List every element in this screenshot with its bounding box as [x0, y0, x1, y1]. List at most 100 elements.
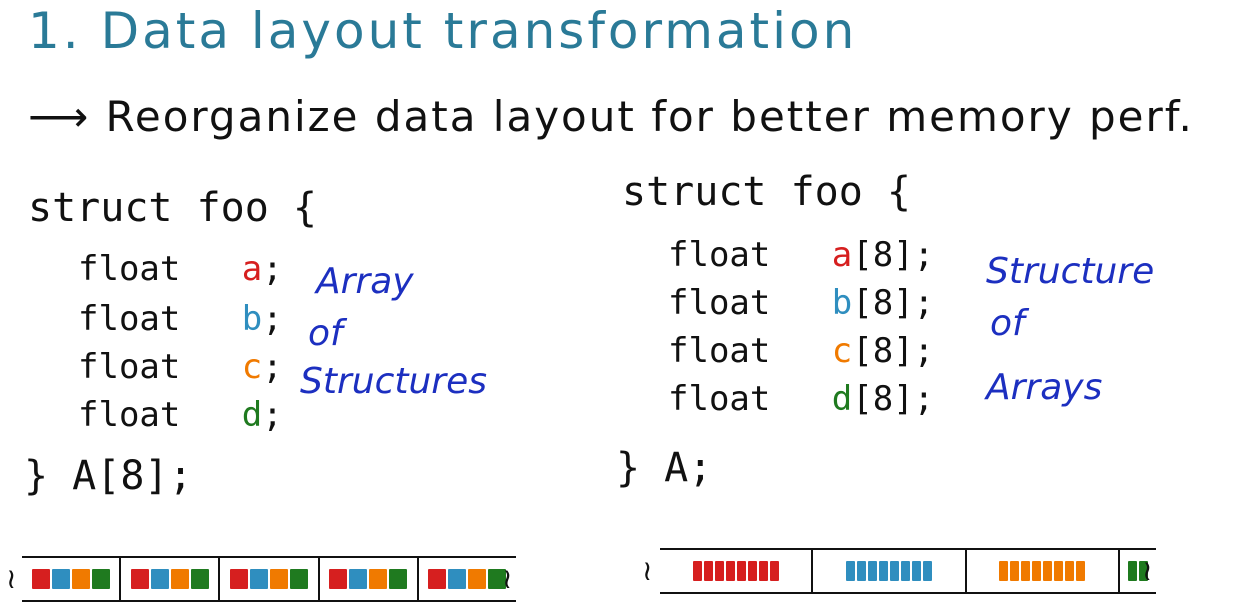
- aos-field-d: float d;: [78, 398, 283, 432]
- soa-field-d-type: float: [668, 379, 771, 419]
- aos-memory-element-c: [468, 569, 487, 589]
- soa-field-a-name: a: [831, 235, 853, 275]
- aos-field-b: float b;: [78, 302, 283, 336]
- aos-memory-element-b: [51, 569, 70, 589]
- soa-memory-element-c: [1054, 561, 1064, 581]
- soa-memory-element-a: [703, 561, 713, 581]
- aos-note-line2: of: [308, 313, 343, 354]
- soa-memory-element-b: [867, 561, 877, 581]
- aos-field-c: float c;: [78, 350, 283, 384]
- soa-field-c: float c[8];: [668, 334, 934, 368]
- soa-memory-array-c: [967, 550, 1120, 592]
- aos-memory-element-a: [230, 569, 248, 589]
- soa-memory-element-b: [889, 561, 899, 581]
- aos-memory-element-a: [31, 569, 50, 589]
- aos-memory-element-d: [190, 569, 209, 589]
- soa-memory-element-c: [1010, 561, 1020, 581]
- aos-memory-strip: [22, 556, 516, 602]
- soa-memory-element-b: [922, 561, 932, 581]
- soa-memory-element-c: [1021, 561, 1031, 581]
- soa-note-line1: Structure: [986, 251, 1155, 292]
- aos-memory-break-left: ≀: [6, 562, 17, 595]
- aos-field-c-name: c: [241, 347, 263, 387]
- aos-memory-element-d: [91, 569, 110, 589]
- aos-field-d-name: d: [241, 395, 263, 435]
- soa-memory-element-b: [878, 561, 888, 581]
- soa-memory-element-a: [747, 561, 757, 581]
- soa-memory-element-a: [736, 561, 746, 581]
- aos-memory-element-b: [349, 569, 368, 589]
- aos-memory-struct: [121, 558, 221, 600]
- soa-note-line2: of: [990, 303, 1025, 344]
- soa-memory-array-b: [813, 550, 967, 592]
- aos-field-b-suffix: ;: [262, 299, 283, 339]
- soa-memory-element-a: [758, 561, 768, 581]
- aos-field-a-suffix: ;: [262, 249, 283, 289]
- soa-memory-element-a: [769, 561, 779, 581]
- soa-memory-element-d: [1127, 561, 1137, 581]
- aos-note-line3: Structures: [300, 361, 488, 402]
- soa-field-b-suffix: [8];: [852, 283, 935, 323]
- soa-memory-element-b: [856, 561, 866, 581]
- aos-memory-struct: [220, 558, 320, 600]
- aos-field-d-suffix: ;: [262, 395, 283, 435]
- subtitle: ⟶ Reorganize data layout for better memo…: [28, 92, 1194, 141]
- soa-memory-element-c: [1065, 561, 1075, 581]
- soa-field-c-name: c: [831, 331, 853, 371]
- aos-field-c-type: float: [78, 347, 181, 387]
- aos-note-line1: Array: [316, 261, 414, 302]
- soa-memory-element-a: [692, 561, 702, 581]
- aos-memory-element-b: [150, 569, 169, 589]
- soa-memory-element-a: [714, 561, 724, 581]
- soa-field-a-type: float: [668, 235, 771, 275]
- aos-field-b-name: b: [241, 299, 263, 339]
- aos-memory-element-d: [389, 569, 408, 589]
- page-title: 1. Data layout transformation: [28, 2, 858, 60]
- aos-field-c-suffix: ;: [262, 347, 283, 387]
- soa-memory-element-c: [999, 561, 1009, 581]
- aos-field-b-type: float: [78, 299, 181, 339]
- soa-field-c-type: float: [668, 331, 771, 371]
- soa-memory-break-right: ≀: [1142, 554, 1153, 587]
- soa-field-b: float b[8];: [668, 286, 934, 320]
- aos-memory-element-a: [329, 569, 348, 589]
- soa-field-d: float d[8];: [668, 382, 934, 416]
- soa-field-d-suffix: [8];: [852, 379, 935, 419]
- aos-memory-element-c: [270, 569, 288, 589]
- soa-memory-break-left: ≀: [642, 554, 653, 587]
- soa-struct-open: struct foo {: [622, 169, 911, 215]
- soa-note-line3: Arrays: [986, 367, 1103, 408]
- soa-memory-element-a: [725, 561, 735, 581]
- soa-memory-element-b: [911, 561, 921, 581]
- soa-memory-element-b: [900, 561, 910, 581]
- soa-memory-strip: [660, 548, 1156, 594]
- soa-memory-element-b: [845, 561, 855, 581]
- aos-memory-element-b: [250, 569, 268, 589]
- soa-field-c-suffix: [8];: [852, 331, 935, 371]
- aos-memory-element-a: [130, 569, 149, 589]
- aos-struct-open: struct foo {: [28, 185, 317, 231]
- aos-memory-element-b: [448, 569, 467, 589]
- aos-memory-break-right: ≀: [502, 562, 513, 595]
- aos-memory-element-a: [428, 569, 447, 589]
- aos-memory-struct: [320, 558, 419, 600]
- soa-field-d-name: d: [831, 379, 853, 419]
- soa-field-a: float a[8];: [668, 238, 934, 272]
- soa-memory-array-a: [660, 550, 814, 592]
- aos-field-a-name: a: [241, 249, 263, 289]
- aos-struct-close: } A[8];: [24, 453, 193, 499]
- soa-field-b-type: float: [668, 283, 771, 323]
- aos-field-a: float a;: [78, 252, 283, 286]
- soa-field-a-suffix: [8];: [852, 235, 935, 275]
- aos-memory-element-c: [369, 569, 388, 589]
- soa-memory-element-c: [1076, 561, 1086, 581]
- aos-memory-struct: [22, 558, 122, 600]
- soa-field-b-name: b: [831, 283, 853, 323]
- soa-struct-close: } A;: [616, 445, 713, 491]
- soa-memory-element-c: [1043, 561, 1053, 581]
- aos-memory-element-d: [290, 569, 308, 589]
- aos-memory-element-c: [71, 569, 90, 589]
- aos-field-d-type: float: [78, 395, 181, 435]
- soa-memory-element-c: [1032, 561, 1042, 581]
- aos-memory-element-c: [170, 569, 189, 589]
